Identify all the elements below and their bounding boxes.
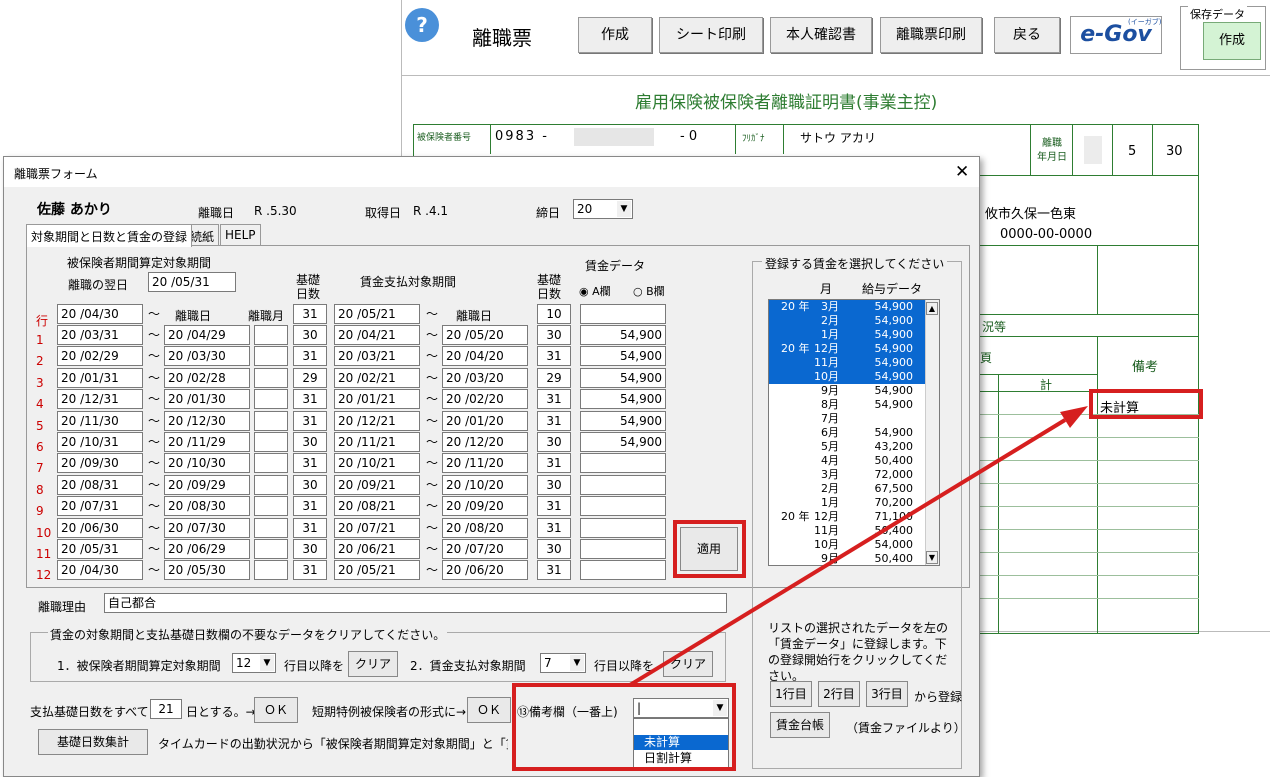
annotation-arrows [628,406,1088,687]
arrow-line-1 [628,418,1067,687]
arrow-head-1 [1060,406,1088,428]
tab-period-wages[interactable]: 対象期間と日数と賃金の登録 [26,224,193,247]
